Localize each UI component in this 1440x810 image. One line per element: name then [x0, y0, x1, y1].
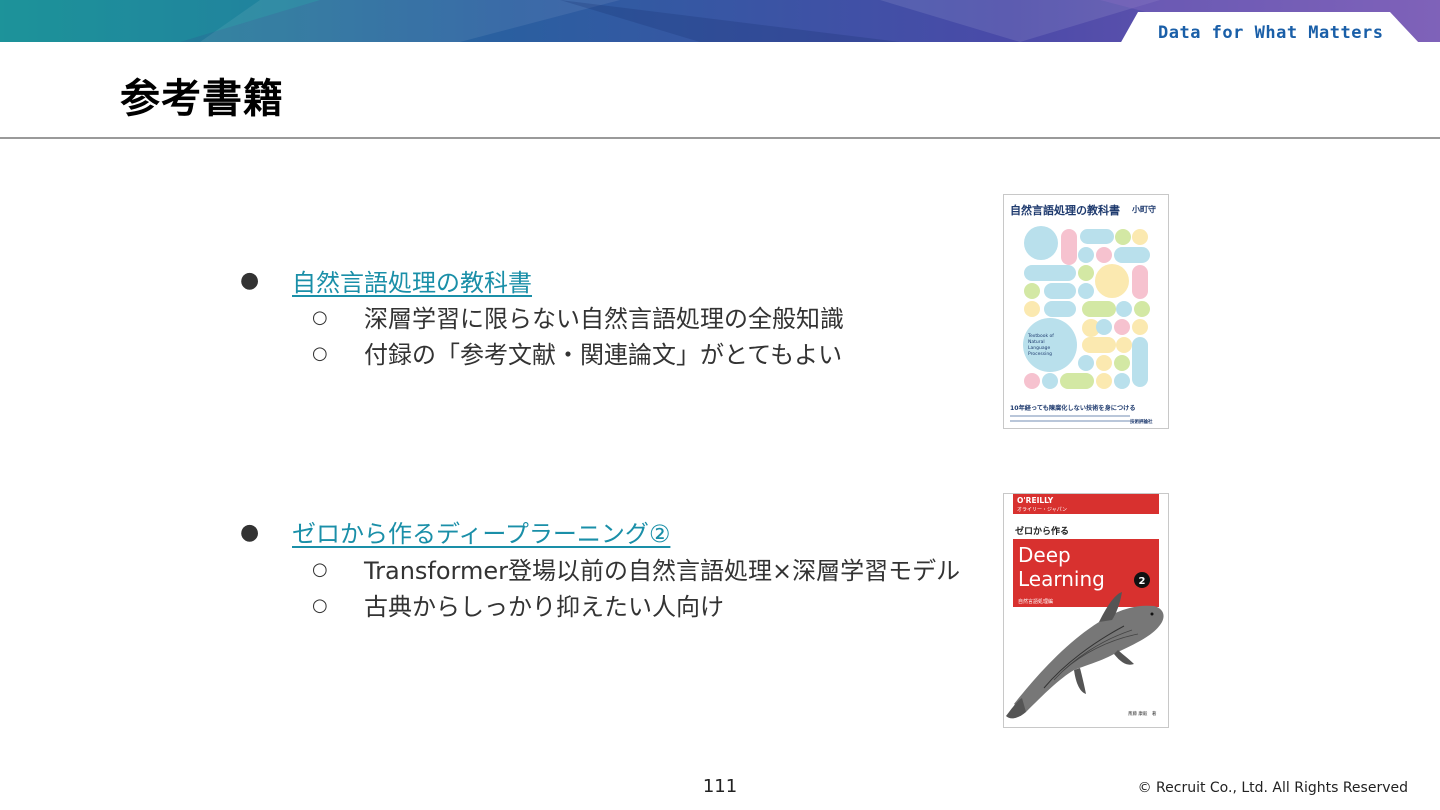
svg-text:Natural: Natural: [1028, 339, 1045, 345]
sub-bullet-marker: ○: [312, 595, 328, 616]
cover-publisher: 技術評論社: [1130, 418, 1153, 425]
cover-subtitle: 自然言語処理編: [1018, 598, 1053, 605]
cover-volume: 2: [1139, 576, 1146, 587]
svg-text:Language: Language: [1028, 345, 1050, 351]
book-link-deep-learning-2[interactable]: ゼロから作るディープラーニング②: [292, 514, 670, 549]
book-cover-nlp-textbook[interactable]: 自然言語処理の教科書 小町守 Textbook of Natural Langu…: [1003, 194, 1169, 429]
book-cover-deep-learning-2[interactable]: O'REILLY オライリー・ジャパン ゼロから作る Deep Learning…: [1003, 493, 1169, 728]
page-number: 111: [702, 776, 738, 797]
cover-subtitle: 10年経っても陳腐化しない技術を身につける: [1010, 404, 1136, 412]
tagline-text: Data for What Matters: [1158, 23, 1384, 43]
cover-author: 小町守: [1131, 204, 1156, 214]
bullet-marker: ●: [240, 268, 260, 293]
sub-bullet-marker: ○: [312, 307, 328, 328]
cover-brand-jp: オライリー・ジャパン: [1017, 507, 1067, 513]
bullet-marker: ●: [240, 520, 260, 545]
book-point-text: Transformer登場以前の自然言語処理×深層学習モデル: [364, 557, 961, 585]
cover-artwork: 自然言語処理の教科書 小町守 Textbook of Natural Langu…: [1004, 195, 1168, 428]
book-point-text: 付録の「参考文献・関連論文」がとてもよい: [364, 341, 843, 369]
svg-text:Textbook of: Textbook of: [1027, 333, 1054, 339]
cover-brand: O'REILLY: [1017, 496, 1054, 505]
sub-bullet-marker: ○: [312, 343, 328, 364]
page-title: 参考書籍: [120, 76, 284, 122]
cover-title: 自然言語処理の教科書: [1010, 203, 1120, 217]
cover-pre-title: ゼロから作る: [1015, 525, 1069, 537]
cover-author: 斎藤 康毅 著: [1128, 710, 1157, 717]
copyright-notice: © Recruit Co., Ltd. All Rights Reserved: [1137, 780, 1408, 796]
title-divider: [0, 137, 1440, 139]
book-link-nlp-textbook[interactable]: 自然言語処理の教科書: [292, 263, 532, 298]
book-point-text: 深層学習に限らない自然言語処理の全般知識: [364, 305, 844, 333]
svg-text:Processing: Processing: [1028, 351, 1052, 357]
cover-title-line2: Learning: [1018, 567, 1105, 591]
book-point-text: 古典からしっかり抑えたい人向け: [364, 593, 724, 621]
sub-bullet-marker: ○: [312, 559, 328, 580]
cover-title-line1: Deep: [1018, 543, 1071, 567]
cover-artwork: O'REILLY オライリー・ジャパン ゼロから作る Deep Learning…: [1004, 494, 1168, 727]
